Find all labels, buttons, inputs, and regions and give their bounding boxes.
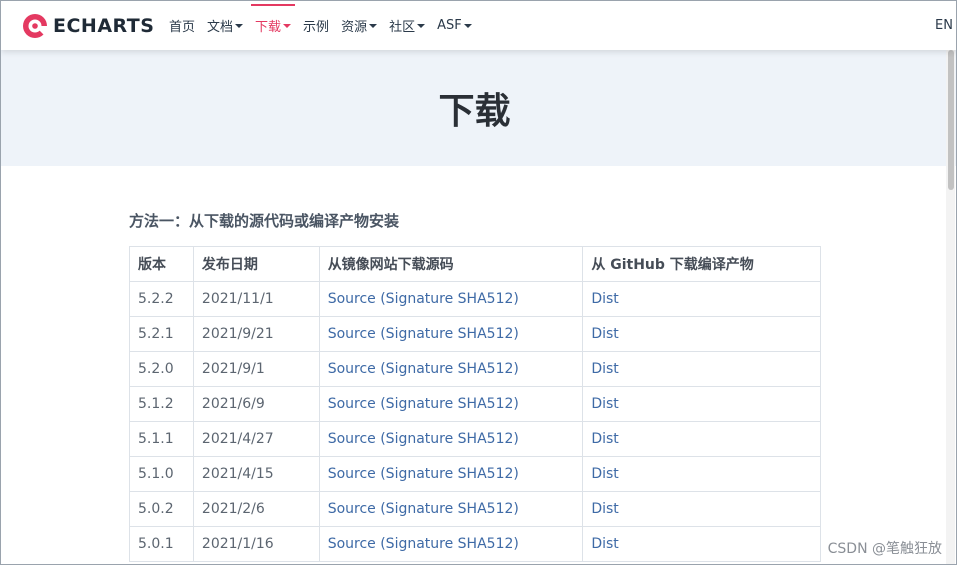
version-cell: 5.0.2 bbox=[129, 491, 194, 527]
caret-down-icon bbox=[283, 23, 292, 28]
table-row: 5.1.0 2021/4/15 Source (Signature SHA512) D… bbox=[129, 456, 821, 492]
source-link[interactable]: Source (Signature SHA512) bbox=[328, 431, 519, 447]
dist-cell: Dist bbox=[582, 281, 821, 317]
release-date-cell: 2021/1/16 bbox=[192, 526, 320, 562]
nav-item-label: 首页 bbox=[169, 20, 196, 35]
dist-link[interactable]: Dist bbox=[591, 466, 618, 482]
source-cell: Source (Signature SHA512) bbox=[318, 386, 584, 422]
table-row: 5.1.2 2021/6/9 Source (Signature SHA512) Di… bbox=[129, 386, 821, 422]
vertical-scrollbar[interactable] bbox=[946, 50, 955, 564]
source-link[interactable]: Source (Signature SHA512) bbox=[328, 361, 519, 377]
header-release-date: 发布日期 bbox=[192, 246, 320, 282]
page-hero: 下载 bbox=[1, 50, 956, 166]
caret-down-icon bbox=[235, 23, 244, 28]
source-cell: Source (Signature SHA512) bbox=[318, 351, 584, 387]
dist-cell: Dist bbox=[582, 456, 821, 492]
dist-link[interactable]: Dist bbox=[591, 291, 618, 307]
version-cell: 5.2.1 bbox=[129, 316, 194, 352]
caret-down-icon bbox=[417, 23, 426, 28]
echarts-logo-icon bbox=[23, 14, 48, 39]
nav-item-0[interactable]: 首页 bbox=[163, 1, 201, 50]
table-row: 5.0.2 2021/2/6 Source (Signature SHA512) Di… bbox=[129, 491, 821, 527]
release-date-cell: 2021/4/27 bbox=[192, 421, 320, 457]
caret-down-icon bbox=[369, 23, 378, 28]
nav-item-label: 社区 bbox=[389, 20, 416, 35]
header-mirror-source: 从镜像网站下载源码 bbox=[318, 246, 584, 282]
nav-item-label: ASF bbox=[437, 18, 462, 33]
dist-cell: Dist bbox=[582, 316, 821, 352]
source-link[interactable]: Source (Signature SHA512) bbox=[328, 396, 519, 412]
header-version: 版本 bbox=[129, 246, 194, 282]
language-switch[interactable]: EN bbox=[935, 18, 953, 33]
source-cell: Source (Signature SHA512) bbox=[318, 316, 584, 352]
release-date-cell: 2021/6/9 bbox=[192, 386, 320, 422]
source-link[interactable]: Source (Signature SHA512) bbox=[328, 291, 519, 307]
nav-item-label: 示例 bbox=[303, 20, 330, 35]
source-link[interactable]: Source (Signature SHA512) bbox=[328, 501, 519, 517]
source-cell: Source (Signature SHA512) bbox=[318, 281, 584, 317]
table-row: 5.0.1 2021/1/16 Source (Signature SHA512) D… bbox=[129, 526, 821, 562]
source-cell: Source (Signature SHA512) bbox=[318, 526, 584, 562]
release-date-cell: 2021/4/15 bbox=[192, 456, 320, 492]
main-nav: 首页 文档 下载 示例 资源 社区 ASF bbox=[163, 1, 478, 50]
dist-link[interactable]: Dist bbox=[591, 431, 618, 447]
dist-link[interactable]: Dist bbox=[591, 501, 618, 517]
nav-item-label: 文档 bbox=[207, 20, 234, 35]
release-date-cell: 2021/9/1 bbox=[192, 351, 320, 387]
nav-item-6[interactable]: ASF bbox=[431, 1, 478, 50]
caret-down-icon bbox=[463, 23, 472, 28]
dist-cell: Dist bbox=[582, 386, 821, 422]
echarts-logo[interactable]: ECHARTS bbox=[21, 11, 154, 41]
table-header-row: 版本 发布日期 从镜像网站下载源码 从 GitHub 下载编译产物 bbox=[129, 246, 821, 282]
nav-item-2[interactable]: 下载 bbox=[249, 1, 297, 50]
top-navbar: ECHARTS 首页 文档 下载 示例 资源 社区 ASF EN bbox=[1, 1, 956, 50]
dist-link[interactable]: Dist bbox=[591, 326, 618, 342]
release-date-cell: 2021/2/6 bbox=[192, 491, 320, 527]
source-link[interactable]: Source (Signature SHA512) bbox=[328, 536, 519, 552]
dist-link[interactable]: Dist bbox=[591, 361, 618, 377]
header-github-dist: 从 GitHub 下载编译产物 bbox=[582, 246, 821, 282]
dist-cell: Dist bbox=[582, 421, 821, 457]
watermark: CSDN @笔触狂放 bbox=[827, 541, 942, 557]
table-row: 5.2.2 2021/11/1 Source (Signature SHA512) D… bbox=[129, 281, 821, 317]
source-cell: Source (Signature SHA512) bbox=[318, 421, 584, 457]
source-link[interactable]: Source (Signature SHA512) bbox=[328, 466, 519, 482]
scrollbar-thumb[interactable] bbox=[948, 50, 954, 190]
dist-link[interactable]: Dist bbox=[591, 536, 618, 552]
dist-cell: Dist bbox=[582, 526, 821, 562]
table-row: 5.2.1 2021/9/21 Source (Signature SHA512) D… bbox=[129, 316, 821, 352]
table-row: 5.2.0 2021/9/1 Source (Signature SHA512) Di… bbox=[129, 351, 821, 387]
dist-cell: Dist bbox=[582, 491, 821, 527]
nav-item-4[interactable]: 资源 bbox=[335, 1, 383, 50]
browser-page: ECHARTS 首页 文档 下载 示例 资源 社区 ASF EN 下载 方法一：从下载的源代… bbox=[0, 0, 957, 565]
version-cell: 5.2.2 bbox=[129, 281, 194, 317]
nav-item-5[interactable]: 社区 bbox=[383, 1, 431, 50]
release-date-cell: 2021/9/21 bbox=[192, 316, 320, 352]
version-cell: 5.0.1 bbox=[129, 526, 194, 562]
nav-item-label: 资源 bbox=[341, 20, 368, 35]
source-cell: Source (Signature SHA512) bbox=[318, 456, 584, 492]
version-cell: 5.1.1 bbox=[129, 421, 194, 457]
table-row: 5.1.1 2021/4/27 Source (Signature SHA512) D… bbox=[129, 421, 821, 457]
nav-item-label: 下载 bbox=[255, 20, 282, 35]
release-date-cell: 2021/11/1 bbox=[192, 281, 320, 317]
version-cell: 5.2.0 bbox=[129, 351, 194, 387]
source-cell: Source (Signature SHA512) bbox=[318, 491, 584, 527]
nav-item-1[interactable]: 文档 bbox=[201, 1, 249, 50]
brand-name: ECHARTS bbox=[53, 15, 155, 37]
version-cell: 5.1.2 bbox=[129, 386, 194, 422]
dist-link[interactable]: Dist bbox=[591, 396, 618, 412]
page-title: 下载 bbox=[438, 91, 511, 132]
nav-item-3[interactable]: 示例 bbox=[297, 1, 335, 50]
version-cell: 5.1.0 bbox=[129, 456, 194, 492]
source-link[interactable]: Source (Signature SHA512) bbox=[328, 326, 519, 342]
dist-cell: Dist bbox=[582, 351, 821, 387]
download-table: 版本 发布日期 从镜像网站下载源码 从 GitHub 下载编译产物 5.2.2 2… bbox=[129, 246, 821, 562]
section-title: 方法一：从下载的源代码或编译产物安装 bbox=[129, 212, 400, 230]
